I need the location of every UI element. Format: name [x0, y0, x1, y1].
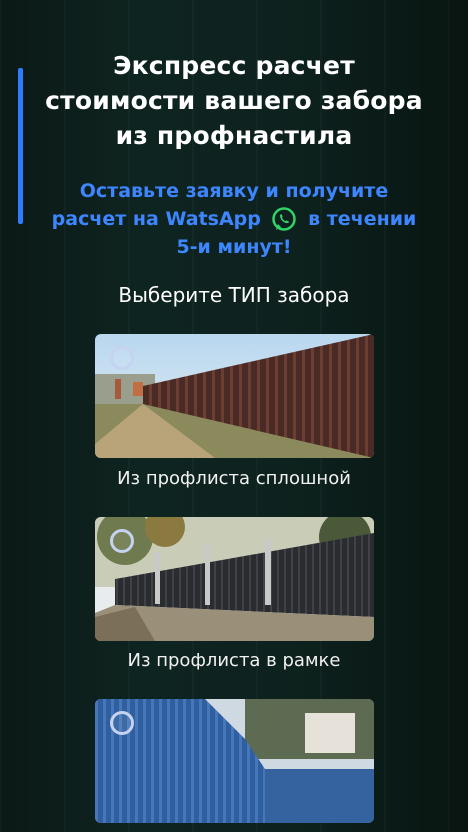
fence-type-label: Выберите ТИП забора: [118, 283, 350, 307]
fence-option-caption: Из профлиста в рамке: [127, 650, 341, 671]
fence-framed-image: [95, 517, 374, 641]
fence-blue-image: [95, 699, 374, 823]
fence-option-blue[interactable]: [95, 699, 374, 823]
subtitle-text: расчет на WatsApp: [51, 208, 261, 230]
title-line: стоимости вашего забора: [45, 86, 423, 115]
title-line: из профнастила: [115, 121, 353, 150]
subtitle-text: в течении: [308, 208, 417, 230]
subtitle-line: Оставьте заявку и получите: [79, 180, 389, 202]
page-title: Экспресс расчет стоимости вашего забора …: [40, 48, 428, 153]
subtitle-line: 5-и минут!: [176, 236, 292, 258]
title-line: Экспресс расчет: [113, 51, 355, 80]
fence-option-caption: Из профлиста сплошной: [117, 468, 351, 489]
fence-solid-image: [95, 334, 374, 458]
whatsapp-icon: [272, 207, 297, 231]
accent-bar: [18, 68, 23, 224]
subtitle: Оставьте заявку и получите расчет на Wat…: [44, 177, 424, 261]
subtitle-line: расчет на WatsApp в течении: [44, 205, 424, 233]
fence-option-solid[interactable]: [95, 334, 374, 458]
radio-button[interactable]: [110, 346, 134, 370]
fence-option-framed[interactable]: [95, 517, 374, 641]
radio-button[interactable]: [110, 711, 134, 735]
radio-button[interactable]: [110, 529, 134, 553]
